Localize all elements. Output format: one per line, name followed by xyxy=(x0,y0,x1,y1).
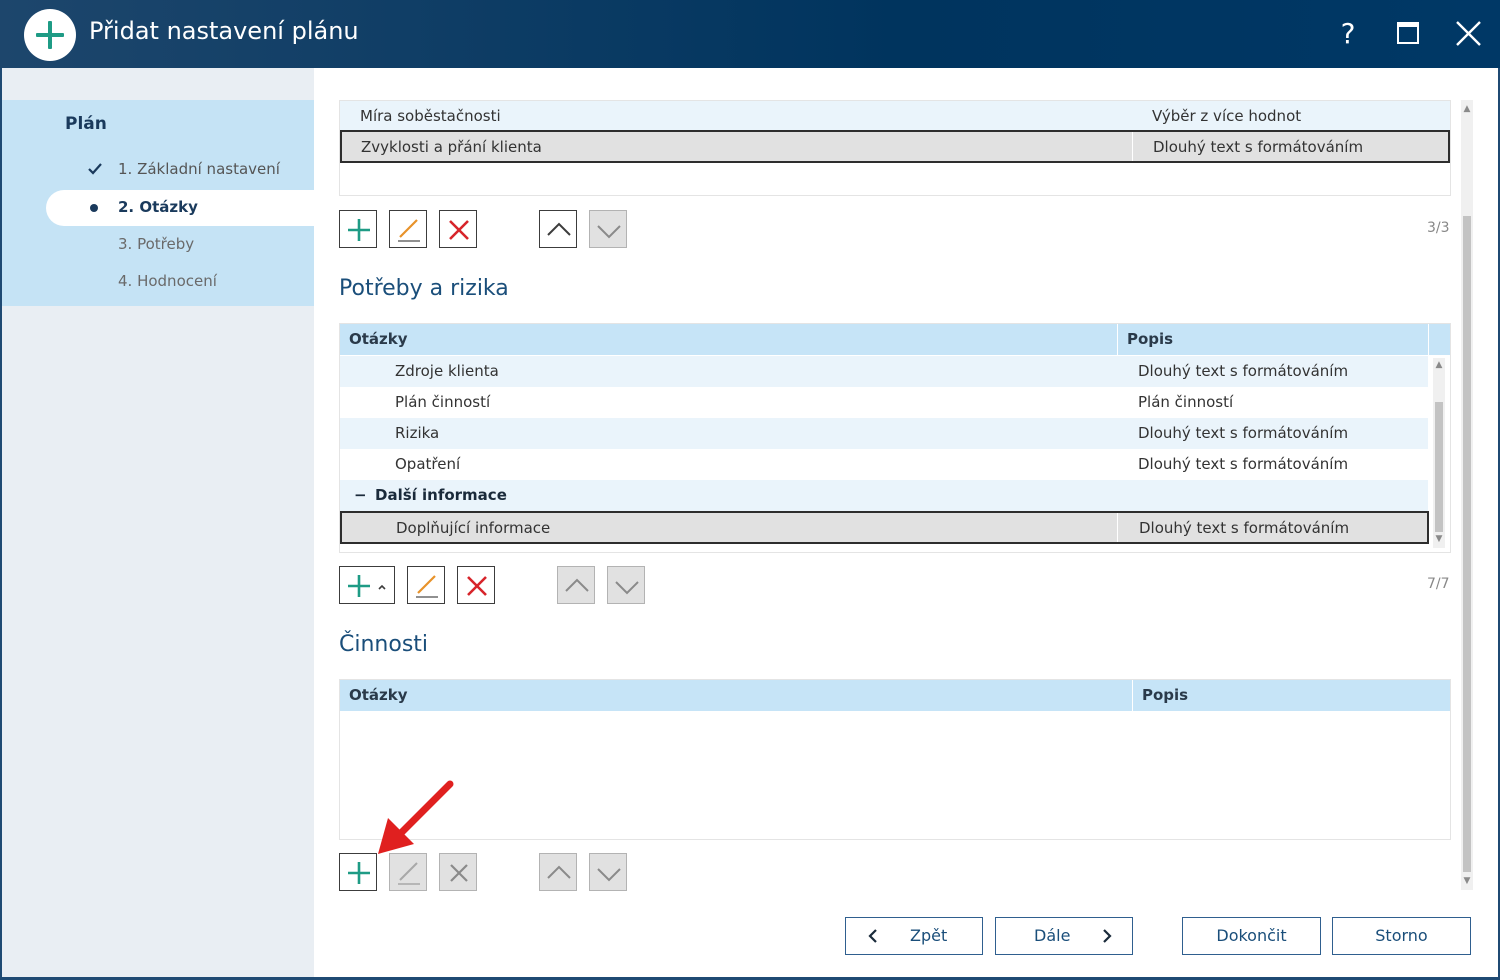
cell-description: Výběr z více hodnot xyxy=(1152,107,1302,125)
move-up-button[interactable] xyxy=(557,566,595,604)
column-header-description[interactable]: Popis xyxy=(1142,680,1188,711)
column-header-questions[interactable]: Otázky xyxy=(349,324,408,355)
edit-button[interactable] xyxy=(407,566,445,604)
scroll-down-icon[interactable]: ▼ xyxy=(1432,534,1446,544)
chevron-up-icon xyxy=(547,222,571,236)
back-button[interactable]: Zpět xyxy=(845,917,983,955)
pencil-icon xyxy=(398,219,420,242)
row-counter: 3/3 xyxy=(1427,220,1450,236)
chevron-left-icon xyxy=(868,929,877,943)
checkmark-icon xyxy=(88,163,102,175)
steps-title: Plán xyxy=(65,114,107,134)
finish-button[interactable]: Dokončit xyxy=(1182,917,1321,955)
table-header: Otázky Popis xyxy=(340,324,1450,355)
cell-description: Plán činností xyxy=(1138,393,1234,411)
chevron-down-icon xyxy=(597,225,621,239)
cell-description: Dlouhý text s formátováním xyxy=(1138,362,1349,380)
step-questions[interactable]: 2. Otázky xyxy=(118,198,198,216)
window-title: Přidat nastavení plánu xyxy=(89,17,359,45)
chevron-right-icon xyxy=(1103,929,1112,943)
chevron-up-icon xyxy=(565,578,589,592)
title-bar: Přidat nastavení plánu ? xyxy=(0,0,1500,68)
cell-question: Plán činností xyxy=(395,393,491,411)
step-needs[interactable]: 3. Potřeby xyxy=(118,235,194,253)
annotation-arrow-icon xyxy=(378,780,454,854)
close-icon xyxy=(1456,21,1481,46)
back-label: Zpět xyxy=(910,926,948,945)
next-label: Dále xyxy=(1034,926,1071,945)
edit-button[interactable] xyxy=(389,210,427,248)
chevron-down-icon xyxy=(597,868,621,882)
scroll-down-icon[interactable]: ▼ xyxy=(1460,876,1474,886)
questions-grid-top: Míra soběstačnosti Výběr z více hodnot Z… xyxy=(339,100,1451,196)
pencil-icon xyxy=(416,575,438,598)
needs-grid: Otázky Popis Zdroje klienta Dlouhý text … xyxy=(339,323,1451,553)
x-icon xyxy=(449,220,469,240)
plus-icon xyxy=(348,219,370,241)
maximize-icon xyxy=(1397,22,1419,44)
table-row[interactable]: Zdroje klienta Dlouhý text s formátování… xyxy=(340,356,1428,387)
scroll-up-icon[interactable]: ▲ xyxy=(1432,360,1446,370)
column-header-questions[interactable]: Otázky xyxy=(349,680,408,711)
cell-description: Dlouhý text s formátováním xyxy=(1138,455,1349,473)
cell-question: Doplňující informace xyxy=(396,519,551,537)
scroll-up-icon[interactable]: ▲ xyxy=(1460,104,1474,114)
add-plus-icon xyxy=(24,9,76,61)
move-down-button[interactable] xyxy=(607,566,645,604)
table-row[interactable]: Míra soběstačnosti Výběr z více hodnot xyxy=(340,101,1450,132)
table-row-selected[interactable]: Zvyklosti a přání klienta Dlouhý text s … xyxy=(340,130,1450,163)
row-counter: 7/7 xyxy=(1427,576,1450,592)
x-icon xyxy=(467,576,487,596)
next-button[interactable]: Dále xyxy=(995,917,1133,955)
cancel-button[interactable]: Storno xyxy=(1332,917,1471,955)
step-basic-settings[interactable]: 1. Základní nastavení xyxy=(118,160,280,178)
maximize-button[interactable] xyxy=(1388,14,1428,54)
active-step-dot-icon xyxy=(90,204,98,212)
close-button[interactable] xyxy=(1448,14,1488,54)
plus-icon xyxy=(348,575,386,597)
cell-question: Zvyklosti a přání klienta xyxy=(361,138,542,156)
section-title-needs: Potřeby a rizika xyxy=(339,276,509,301)
cell-question: Rizika xyxy=(395,424,440,442)
table-row[interactable]: Rizika Dlouhý text s formátováním xyxy=(340,418,1428,449)
cell-description: Dlouhý text s formátováním xyxy=(1139,519,1350,537)
delete-button[interactable] xyxy=(439,210,477,248)
section-title-activities: Činnosti xyxy=(339,632,429,657)
group-label: Další informace xyxy=(375,486,507,504)
move-down-button[interactable] xyxy=(589,853,627,891)
delete-button[interactable] xyxy=(457,566,495,604)
activities-grid: Otázky Popis xyxy=(339,679,1451,840)
chevron-down-icon xyxy=(615,581,639,595)
add-button[interactable] xyxy=(339,210,377,248)
step-evaluation[interactable]: 4. Hodnocení xyxy=(118,272,217,290)
column-header-description[interactable]: Popis xyxy=(1127,324,1173,355)
needs-grid-scrollbar-thumb[interactable] xyxy=(1435,402,1443,532)
table-row-selected[interactable]: Doplňující informace Dlouhý text s formá… xyxy=(340,511,1429,544)
table-header: Otázky Popis xyxy=(340,680,1450,711)
group-row-additional-info[interactable]: − Další informace xyxy=(340,480,1428,511)
chevron-up-icon xyxy=(547,865,571,879)
move-up-button[interactable] xyxy=(539,853,577,891)
cell-question: Míra soběstačnosti xyxy=(360,107,501,125)
move-down-button[interactable] xyxy=(589,210,627,248)
main-scrollbar-thumb[interactable] xyxy=(1463,216,1471,872)
collapse-minus-icon[interactable]: − xyxy=(354,480,367,511)
help-button[interactable]: ? xyxy=(1328,14,1368,54)
add-dropdown-button[interactable] xyxy=(339,566,395,604)
table-row[interactable]: Plán činností Plán činností xyxy=(340,387,1428,418)
cell-description: Dlouhý text s formátováním xyxy=(1153,138,1364,156)
cell-question: Opatření xyxy=(395,455,461,473)
cell-description: Dlouhý text s formátováním xyxy=(1138,424,1349,442)
move-up-button[interactable] xyxy=(539,210,577,248)
cell-question: Zdroje klienta xyxy=(395,362,499,380)
table-row[interactable]: Opatření Dlouhý text s formátováním xyxy=(340,449,1428,480)
